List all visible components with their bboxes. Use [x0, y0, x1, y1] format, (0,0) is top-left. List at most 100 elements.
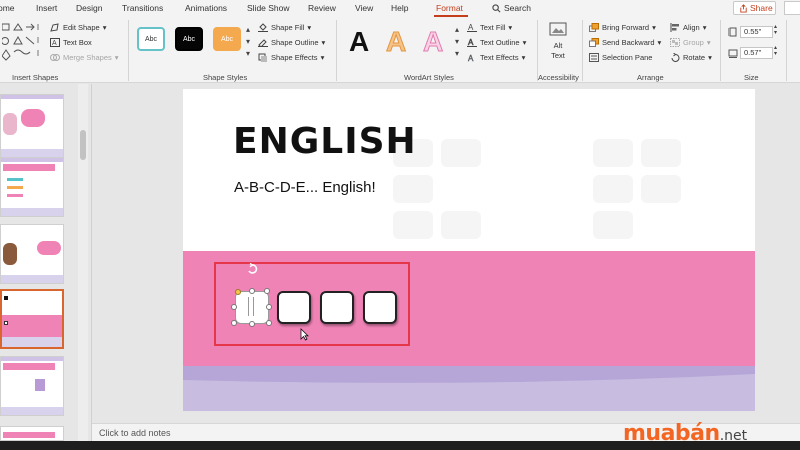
tab-insert[interactable]: Insert [36, 3, 57, 13]
svg-text:A: A [468, 23, 474, 32]
group-label-accessibility: Accessibility [538, 73, 579, 82]
shape-style-preset-1[interactable]: Abc [137, 27, 165, 51]
gallery-scroll-down-icon[interactable]: ▾ [246, 37, 250, 46]
group-separator [336, 20, 337, 81]
resize-handle-bottom-right[interactable] [266, 320, 272, 326]
wordart-preset-2[interactable]: A [385, 26, 406, 58]
slide-thumbnails-panel[interactable] [0, 84, 92, 441]
selection-pane-button[interactable]: Selection Pane [589, 53, 652, 62]
slide-thumbnail[interactable] [0, 426, 64, 441]
slide-thumbnail[interactable] [0, 157, 64, 217]
comments-button[interactable] [784, 1, 800, 15]
shapes-gallery[interactable] [1, 22, 42, 67]
rotation-handle-icon[interactable] [246, 263, 258, 275]
letter-box-4[interactable] [363, 291, 397, 324]
merge-shapes-label: Merge Shapes [63, 53, 112, 62]
chevron-down-icon: ▾ [321, 38, 326, 47]
resize-handle-bottom-left[interactable] [231, 320, 237, 326]
slide-subtitle[interactable]: A-B-C-D-E... English! [234, 179, 376, 196]
group-label-shape-styles: Shape Styles [203, 73, 248, 82]
alt-text-button[interactable]: Alt Text [545, 22, 571, 68]
wordart-more-icon[interactable]: ▾ [455, 49, 459, 58]
bring-forward-icon [589, 23, 599, 32]
shape-outline-button[interactable]: Shape Outline ▾ [258, 38, 325, 47]
text-outline-label: Text Outline [480, 38, 520, 47]
wordart-preset-3[interactable]: A [422, 26, 443, 58]
letter-box-2[interactable] [277, 291, 311, 324]
resize-handle-bottom[interactable] [249, 321, 255, 327]
text-effects-button[interactable]: A Text Effects ▾ [467, 53, 526, 62]
wordart-scroll-down-icon[interactable]: ▾ [455, 37, 459, 46]
resize-handle-left[interactable] [231, 304, 237, 310]
ribbon: Edit Shape ▾ A Text Box Merge Shapes ▾ I… [0, 17, 800, 83]
text-fill-label: Text Fill [480, 23, 506, 32]
search-box[interactable]: Search [492, 3, 531, 13]
letter-box-3[interactable] [320, 291, 354, 324]
rotate-button[interactable]: Rotate ▾ [670, 53, 712, 62]
align-button[interactable]: Align ▾ [670, 23, 706, 32]
shape-height-input[interactable]: 0.55" [740, 26, 773, 38]
effects-icon [258, 53, 267, 62]
slide-thumbnail[interactable] [0, 224, 64, 284]
tab-format[interactable]: Format [436, 3, 463, 13]
group-button[interactable]: Group ▾ [670, 38, 711, 47]
resize-handle-top[interactable] [249, 288, 255, 294]
send-backward-icon [589, 38, 599, 47]
shape-width-input[interactable]: 0.57" [740, 47, 773, 59]
text-effects-label: Text Effects [480, 53, 519, 62]
alt-text-label-line1: Alt [553, 41, 563, 50]
mouse-pointer-icon [300, 328, 309, 341]
pen-icon [258, 39, 268, 47]
resize-handle-top-right[interactable] [264, 288, 270, 294]
tab-animations[interactable]: Animations [185, 3, 227, 13]
tab-transitions[interactable]: Transitions [122, 3, 163, 13]
shape-style-preset-2[interactable]: Abc [175, 27, 203, 51]
shape-style-preset-3[interactable]: Abc [213, 27, 241, 51]
share-button[interactable]: Share [733, 1, 776, 15]
shape-effects-label: Shape Effects [271, 53, 318, 62]
svg-text:A: A [52, 40, 57, 47]
spinner-arrows-icon[interactable]: ▴ ▾ [774, 24, 777, 36]
slide-thumbnail[interactable] [0, 94, 64, 158]
tab-view[interactable]: View [355, 3, 373, 13]
merge-shapes-button[interactable]: Merge Shapes ▾ [50, 53, 119, 62]
tab-design[interactable]: Design [76, 3, 102, 13]
watermark-logo: muabán.net [623, 421, 747, 446]
resize-handle-right[interactable] [266, 304, 272, 310]
wordart-preset-1[interactable]: A [349, 26, 369, 58]
group-label-wordart-styles: WordArt Styles [404, 73, 454, 82]
edit-shape-button[interactable]: Edit Shape ▾ [50, 23, 106, 32]
text-box-button[interactable]: A Text Box [50, 38, 92, 47]
wordart-scroll-up-icon[interactable]: ▴ [455, 25, 459, 34]
letter-box-1-selected[interactable] [235, 291, 269, 324]
group-label: Group [683, 38, 704, 47]
slide[interactable]: ENGLISH A-B-C-D-E... English! [183, 89, 755, 411]
slide-thumbnail[interactable] [0, 356, 64, 416]
shape-outline-label: Shape Outline [271, 38, 319, 47]
tab-review[interactable]: Review [308, 3, 336, 13]
share-icon [740, 4, 747, 13]
slide-title[interactable]: ENGLISH [233, 121, 417, 162]
adjust-handle[interactable] [235, 289, 241, 295]
text-outline-icon: A [467, 38, 477, 47]
gallery-more-icon[interactable]: ▾ [246, 49, 250, 58]
group-separator [582, 20, 583, 81]
tab-slide-show[interactable]: Slide Show [247, 3, 290, 13]
shape-fill-button[interactable]: Shape Fill ▾ [258, 23, 311, 32]
notes-placeholder[interactable]: Click to add notes [99, 428, 171, 438]
text-fill-button[interactable]: A Text Fill ▾ [467, 23, 512, 32]
search-label: Search [504, 3, 531, 13]
shape-effects-button[interactable]: Shape Effects ▾ [258, 53, 324, 62]
spinner-arrows-icon[interactable]: ▴ ▾ [774, 45, 777, 57]
slide-thumbnail-selected[interactable] [0, 289, 64, 349]
gallery-scroll-up-icon[interactable]: ▴ [246, 25, 250, 34]
thumbnails-scrollbar-thumb[interactable] [80, 130, 86, 160]
tab-help[interactable]: Help [391, 3, 408, 13]
send-backward-button[interactable]: Send Backward ▾ [589, 38, 661, 47]
paint-bucket-icon [258, 23, 268, 32]
chevron-down-icon: ▾ [702, 23, 707, 32]
watermark-brand: muabán [623, 421, 720, 446]
bring-forward-button[interactable]: Bring Forward ▾ [589, 23, 656, 32]
tab-home[interactable]: ome [0, 3, 15, 13]
text-outline-button[interactable]: A Text Outline ▾ [467, 38, 526, 47]
